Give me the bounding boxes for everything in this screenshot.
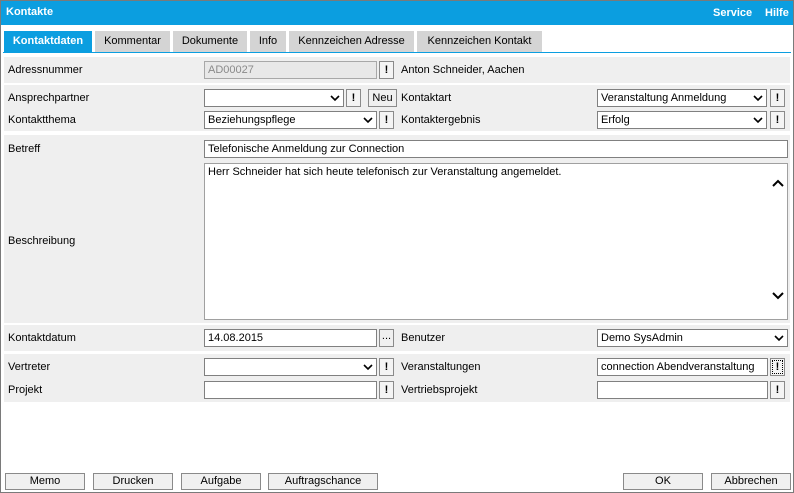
beschreibung-text: Herr Schneider hat sich heute telefonisc… (208, 166, 562, 178)
tab-dokumente[interactable]: Dokumente (173, 31, 247, 52)
window-title: Kontakte (6, 6, 54, 18)
tab-kommentar[interactable]: Kommentar (95, 31, 170, 52)
tab-kennzeichen-adresse[interactable]: Kennzeichen Adresse (289, 31, 414, 52)
section-adresse (4, 57, 790, 83)
kontaktthema-label: Kontaktthema (8, 114, 76, 126)
tab-info[interactable]: Info (250, 31, 286, 52)
kontaktthema-info-button[interactable]: ! (379, 111, 394, 129)
abbrechen-button[interactable]: Abbrechen (711, 473, 791, 490)
betreff-input[interactable]: Telefonische Anmeldung zur Connection (204, 140, 788, 158)
beschreibung-label: Beschreibung (8, 235, 76, 247)
vertriebsprojekt-label: Vertriebsprojekt (401, 384, 478, 396)
adressnummer-info-button[interactable]: ! (379, 61, 394, 79)
ansprechpartner-info-button[interactable]: ! (346, 89, 361, 107)
chevron-up-icon[interactable] (772, 178, 784, 188)
chevron-down-icon[interactable] (772, 291, 784, 301)
vertriebsprojekt-info-button[interactable]: ! (770, 381, 785, 399)
vertriebsprojekt-input[interactable] (597, 381, 768, 399)
aufgabe-button[interactable]: Aufgabe (181, 473, 261, 490)
adressnummer-label: Adressnummer (8, 64, 83, 76)
help-link[interactable]: Hilfe (765, 7, 789, 19)
chevron-down-icon (753, 117, 763, 124)
tab-kennzeichen-kontakt[interactable]: Kennzeichen Kontakt (417, 31, 542, 52)
chevron-down-icon (330, 95, 340, 102)
kontaktdatum-input[interactable]: 14.08.2015 (204, 329, 377, 347)
kontaktart-select[interactable]: Veranstaltung Anmeldung (597, 89, 767, 107)
kontaktdatum-label: Kontaktdatum (8, 332, 76, 344)
ansprechpartner-label: Ansprechpartner (8, 92, 90, 104)
adressnummer-field: AD00027 (204, 61, 377, 79)
kontaktergebnis-info-button[interactable]: ! (770, 111, 785, 129)
title-bar: Kontakte Service Hilfe (1, 1, 793, 25)
kontaktergebnis-label: Kontaktergebnis (401, 114, 481, 126)
vertreter-select[interactable] (204, 358, 377, 376)
veranstaltungen-input[interactable]: connection Abendveranstaltung (597, 358, 768, 376)
auftragschance-button[interactable]: Auftragschance (268, 473, 378, 490)
chevron-down-icon (753, 95, 763, 102)
drucken-button[interactable]: Drucken (93, 473, 173, 490)
chevron-down-icon (774, 335, 784, 342)
kontakte-window: Kontakte Service Hilfe Kontaktdaten Komm… (0, 0, 794, 493)
memo-button[interactable]: Memo (5, 473, 85, 490)
benutzer-select[interactable]: Demo SysAdmin (597, 329, 788, 347)
chevron-down-icon (363, 364, 373, 371)
kontaktart-info-button[interactable]: ! (770, 89, 785, 107)
veranstaltungen-info-button[interactable]: ! (770, 358, 785, 376)
projekt-info-button[interactable]: ! (379, 381, 394, 399)
vertreter-info-button[interactable]: ! (379, 358, 394, 376)
kontaktergebnis-select[interactable]: Erfolg (597, 111, 767, 129)
ansprechpartner-select[interactable] (204, 89, 344, 107)
ansprechpartner-new-button[interactable]: Neu (368, 89, 397, 107)
benutzer-label: Benutzer (401, 332, 446, 344)
projekt-input[interactable] (204, 381, 377, 399)
beschreibung-scrollbar[interactable] (769, 164, 787, 319)
kontaktart-label: Kontaktart (401, 92, 452, 104)
date-picker-button[interactable]: ... (379, 329, 394, 347)
tab-underline (3, 52, 791, 53)
chevron-down-icon (363, 117, 373, 124)
kontaktthema-select[interactable]: Beziehungspflege (204, 111, 377, 129)
betreff-label: Betreff (8, 143, 41, 155)
vertreter-label: Vertreter (8, 361, 51, 373)
tab-kontaktdaten[interactable]: Kontaktdaten (4, 31, 92, 52)
veranstaltungen-label: Veranstaltungen (401, 361, 481, 373)
beschreibung-textarea[interactable]: Herr Schneider hat sich heute telefonisc… (204, 163, 788, 320)
adressnummer-display: Anton Schneider, Aachen (401, 64, 525, 76)
ok-button[interactable]: OK (623, 473, 703, 490)
service-link[interactable]: Service (713, 7, 752, 19)
projekt-label: Projekt (8, 384, 43, 396)
